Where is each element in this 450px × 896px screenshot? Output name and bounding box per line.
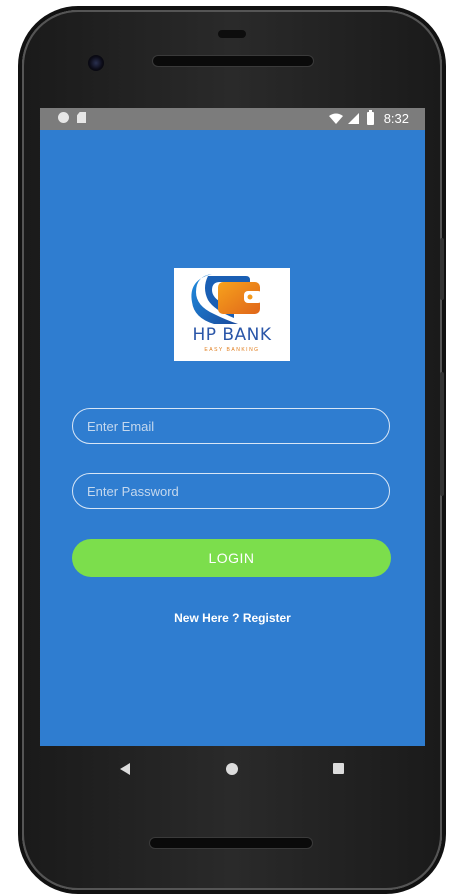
front-camera-icon [88,55,104,71]
login-button[interactable]: LOGIN [72,539,391,577]
bottom-speaker-grille [150,838,312,848]
wallet-logo-icon [191,274,262,324]
back-icon[interactable] [120,763,130,775]
recents-icon[interactable] [333,763,344,774]
app-screen: 8:32 HP BANK EASY BANKING LO [40,108,425,746]
status-time: 8:32 [383,111,409,126]
email-field[interactable] [72,408,390,444]
hp-bank-logo: HP BANK EASY BANKING [174,268,290,361]
power-button [440,238,444,300]
status-bar: 8:32 [40,108,425,130]
register-link[interactable]: New Here ? Register [40,611,425,625]
password-field[interactable] [72,473,390,509]
logo-title: HP BANK [192,325,272,345]
volume-button [440,372,444,496]
earpiece [218,30,246,38]
wifi-icon [328,113,343,124]
signal-icon [347,113,359,124]
top-speaker-grille [153,56,313,66]
navigation-bar [40,746,425,792]
battery-icon [366,110,374,125]
home-icon[interactable] [226,763,238,775]
sd-card-icon [77,112,86,123]
logo-tagline: EASY BANKING [204,347,260,353]
notification-dot-icon [58,112,69,123]
